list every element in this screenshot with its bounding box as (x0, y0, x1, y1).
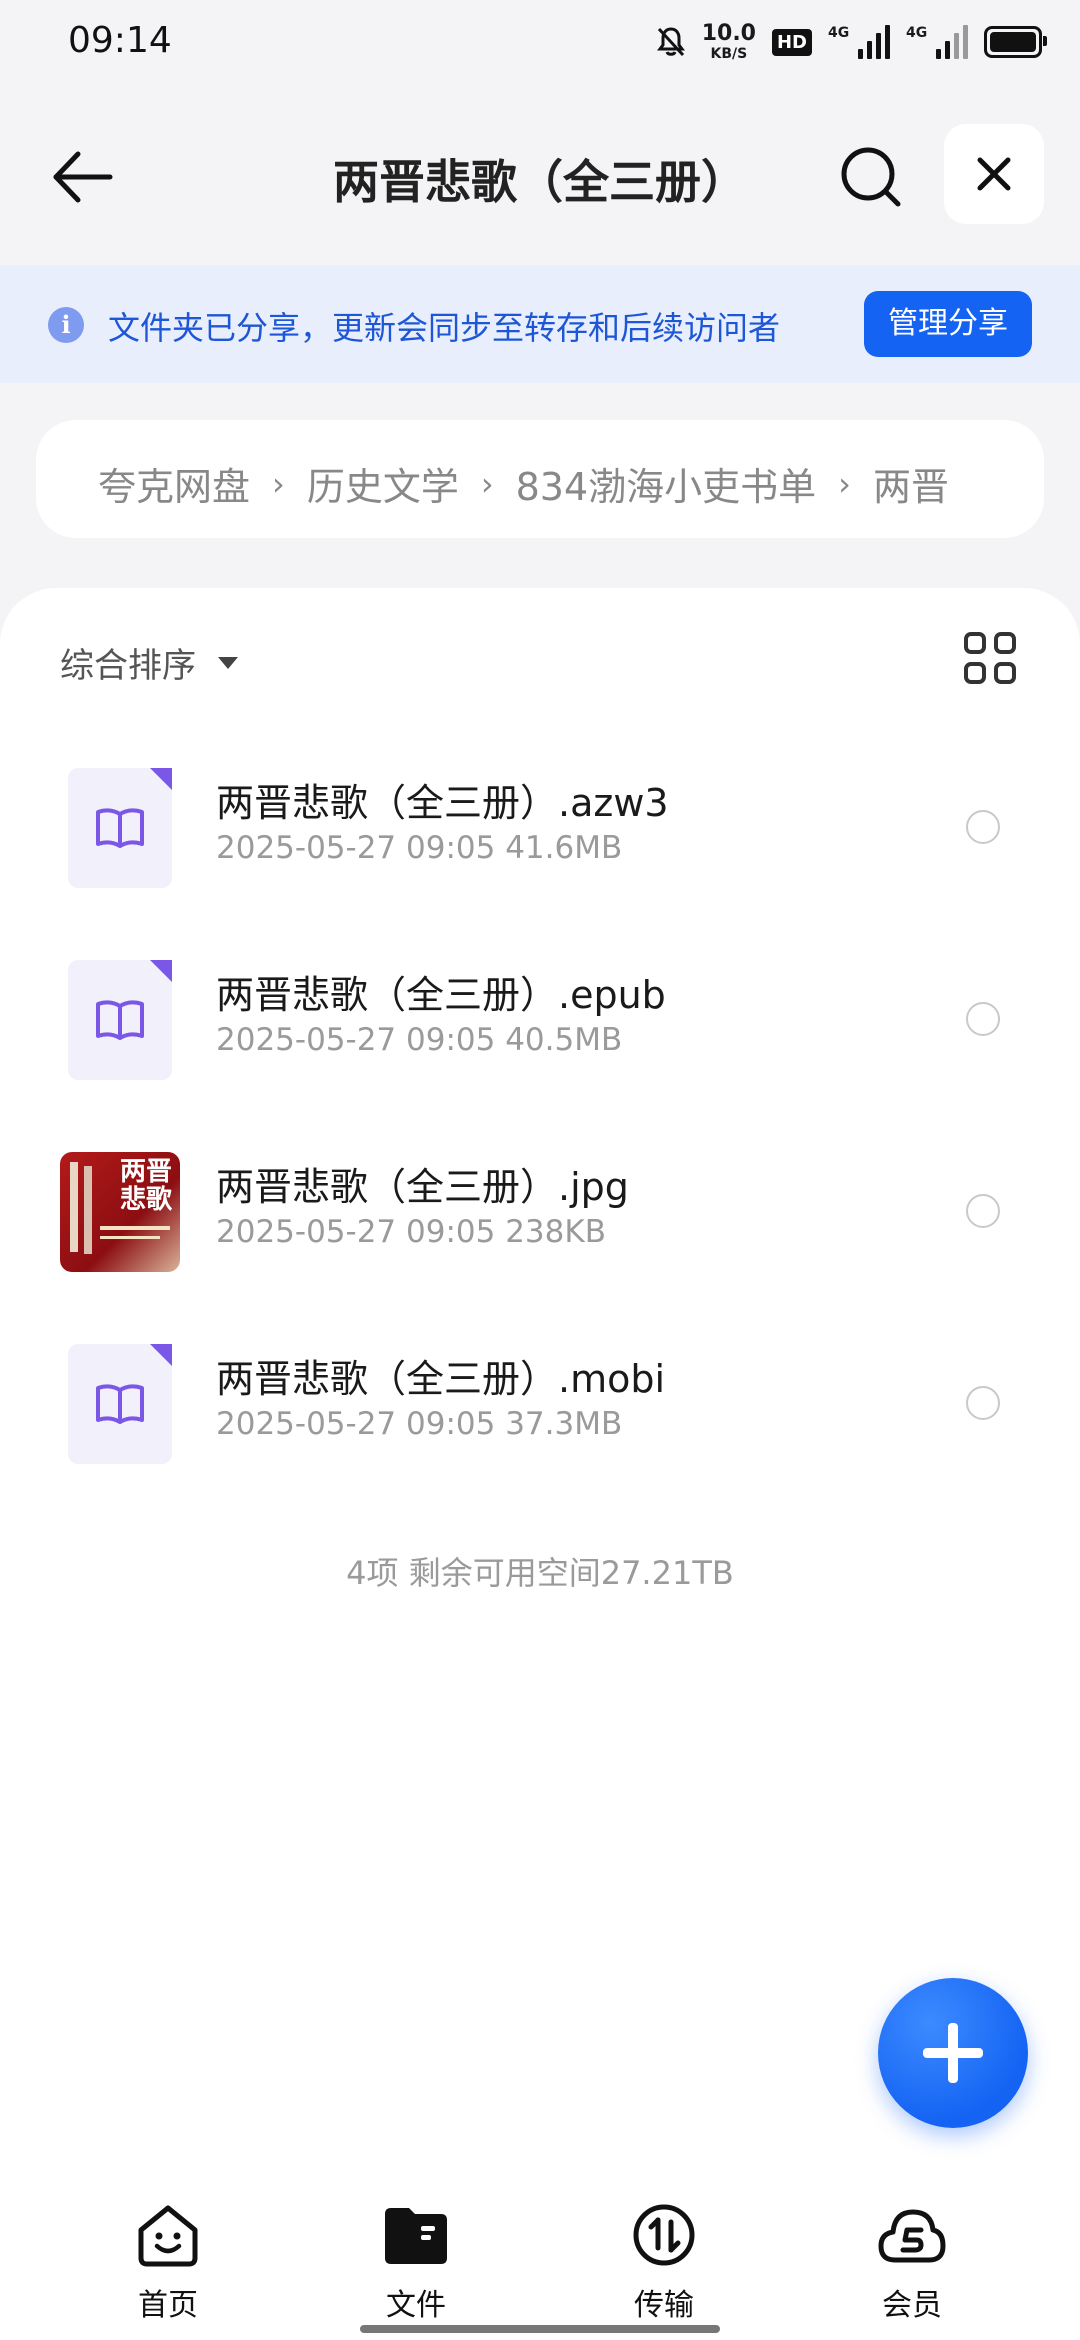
breadcrumb-item-booklist[interactable]: 834渤海小吏书单 (516, 456, 817, 511)
book-open-icon (96, 1000, 144, 1040)
file-row[interactable]: 两晋悲歌（全三册）.epub 2025-05-27 09:05 40.5MB (0, 940, 1080, 1100)
select-radio[interactable] (966, 1386, 1000, 1420)
book-cover-image: 两晋悲歌 (60, 1152, 180, 1272)
signal-sim2-icon: 4G (906, 25, 968, 59)
breadcrumb-item-history[interactable]: 历史文学 (307, 456, 459, 511)
book-cover-title: 两晋悲歌 (120, 1157, 173, 1215)
select-radio[interactable] (966, 1194, 1000, 1228)
tab-files[interactable]: 文件 (336, 2202, 496, 2324)
share-banner: i 文件夹已分享，更新会同步至转存和后续访问者 管理分享 (0, 265, 1080, 383)
breadcrumb-items: 夸克网盘 › 历史文学 › 834渤海小吏书单 › 两晋 (98, 456, 984, 511)
close-icon (977, 157, 1011, 191)
breadcrumb: 夸克网盘 › 历史文学 › 834渤海小吏书单 › 两晋 (36, 420, 1044, 538)
bottom-tab-bar: 首页 文件 传输 会员 (0, 2180, 1080, 2340)
close-button[interactable] (944, 124, 1044, 224)
file-meta: 2025-05-27 09:05 40.5MB (216, 1022, 623, 1058)
tab-files-label: 文件 (386, 2288, 446, 2323)
image-thumbnail: 两晋悲歌 (60, 1152, 180, 1272)
net-speed-value: 10.0 (701, 21, 756, 46)
file-name: 两晋悲歌（全三册）.azw3 (216, 781, 669, 825)
status-time: 09:14 (68, 20, 172, 61)
select-radio[interactable] (966, 810, 1000, 844)
file-meta: 2025-05-27 09:05 238KB (216, 1214, 606, 1250)
sort-dropdown[interactable]: 综合排序 (60, 638, 238, 687)
sort-label: 综合排序 (60, 646, 196, 686)
search-button[interactable] (836, 142, 906, 212)
file-meta: 2025-05-27 09:05 37.3MB (216, 1406, 623, 1442)
grid-view-icon[interactable] (964, 632, 1016, 684)
file-row[interactable]: 两晋悲歌（全三册）.mobi 2025-05-27 09:05 37.3MB (0, 1324, 1080, 1484)
storage-summary: 4项 剩余可用空间27.21TB (346, 1554, 734, 1592)
vip-cloud-icon (878, 2209, 946, 2263)
top-bar: 两晋悲歌（全三册） (0, 120, 1080, 230)
file-meta: 2025-05-27 09:05 41.6MB (216, 830, 623, 866)
breadcrumb-chevron-icon: › (272, 464, 285, 503)
net-speed-unit: KB/S (710, 46, 748, 62)
manage-share-button[interactable]: 管理分享 (864, 291, 1032, 357)
status-icons: 10.0 KB/S HD 4G 4G (656, 18, 1047, 66)
tab-transfer[interactable]: 传输 (584, 2202, 744, 2324)
file-name: 两晋悲歌（全三册）.epub (216, 973, 666, 1017)
file-name: 两晋悲歌（全三册）.jpg (216, 1165, 629, 1209)
transfer-icon (633, 2204, 695, 2266)
folder-icon (385, 2208, 447, 2264)
share-banner-text: 文件夹已分享，更新会同步至转存和后续访问者 (108, 309, 781, 347)
tab-home-label: 首页 (138, 2288, 198, 2323)
ebook-file-icon (60, 960, 180, 1080)
tab-vip[interactable]: 会员 (832, 2202, 992, 2324)
mute-bell-icon (656, 27, 685, 57)
home-indicator[interactable] (360, 2325, 720, 2333)
file-name: 两晋悲歌（全三册）.mobi (216, 1357, 666, 1401)
home-smile-icon (138, 2205, 198, 2267)
net-speed: 10.0 KB/S (701, 21, 756, 62)
file-row[interactable]: 两晋悲歌（全三册）.azw3 2025-05-27 09:05 41.6MB (0, 748, 1080, 908)
caret-down-icon (218, 656, 238, 669)
breadcrumb-item-root[interactable]: 夸克网盘 (98, 456, 250, 511)
page-title: 两晋悲歌（全三册） (333, 155, 747, 209)
breadcrumb-item-current[interactable]: 两晋 (873, 456, 949, 511)
breadcrumb-chevron-icon: › (838, 464, 851, 503)
add-button[interactable] (878, 1978, 1028, 2128)
book-open-icon (96, 808, 144, 848)
file-row[interactable]: 两晋悲歌 两晋悲歌（全三册）.jpg 2025-05-27 09:05 238K… (0, 1132, 1080, 1292)
book-open-icon (96, 1384, 144, 1424)
tab-transfer-label: 传输 (634, 2288, 694, 2323)
tab-home[interactable]: 首页 (88, 2202, 248, 2324)
ebook-file-icon (60, 768, 180, 888)
select-radio[interactable] (966, 1002, 1000, 1036)
sim2-label: 4G (906, 25, 928, 41)
tab-vip-label: 会员 (882, 2288, 942, 2323)
sim1-label: 4G (828, 25, 850, 41)
breadcrumb-chevron-icon: › (480, 464, 494, 503)
status-bar: 09:14 10.0 KB/S HD 4G 4G (0, 0, 1080, 84)
battery-icon (984, 26, 1047, 58)
signal-sim1-icon: 4G (828, 25, 890, 59)
search-icon (841, 147, 901, 207)
hd-badge: HD (771, 28, 812, 56)
info-icon: i (48, 307, 84, 343)
ebook-file-icon (60, 1344, 180, 1464)
